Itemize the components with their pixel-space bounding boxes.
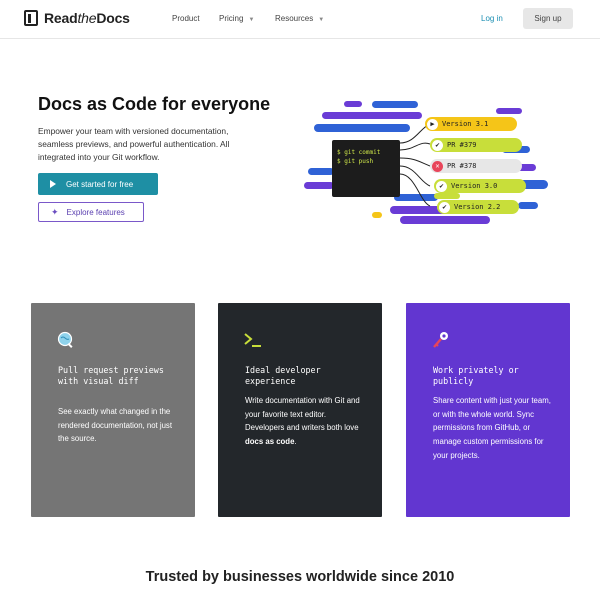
hero-title: Docs as Code for everyone	[38, 94, 271, 114]
card-body: See exactly what changed in the rendered…	[58, 407, 172, 444]
get-started-button[interactable]: Get started for free	[38, 173, 158, 195]
card-body: Write documentation with Git and your fa…	[245, 396, 360, 447]
card-title: Work privately or publicly	[433, 365, 519, 386]
nav-item-product[interactable]: Product	[172, 14, 200, 23]
login-link[interactable]: Log in	[481, 14, 503, 23]
terminal-prompt-icon	[244, 333, 261, 347]
magnifier-globe-icon	[57, 331, 73, 348]
version-3-0-pill: ✔ Version 3.0	[434, 179, 526, 193]
nav-item-resources[interactable]: Resources ▼	[275, 14, 324, 23]
feature-card-previews: Pull request previews with visual diff S…	[31, 303, 195, 517]
card-title: Ideal developer experience	[245, 365, 321, 386]
check-icon: ✔	[436, 180, 447, 192]
get-started-label: Get started for free	[66, 179, 134, 189]
terminal-line: $ git commit	[337, 149, 381, 156]
trusted-heading: Trusted by businesses worldwide since 20…	[145, 569, 455, 585]
play-icon: ▶	[427, 118, 438, 130]
check-icon: ✔	[439, 201, 450, 213]
card-title: Pull request previews with visual diff	[58, 365, 164, 386]
key-icon	[433, 332, 448, 348]
version-3-1-pill: ▶ Version 3.1	[425, 117, 517, 131]
hero-subtitle: Empower your team with versioned documen…	[38, 126, 230, 162]
pr-378-pill: ✕ PR #378	[430, 159, 522, 173]
read-the-docs-logo[interactable]: ReadtheDocs	[24, 10, 130, 26]
explore-features-label: Explore features	[66, 207, 125, 217]
feature-card-developer: Ideal developer experience Write documen…	[218, 303, 382, 517]
play-icon	[50, 180, 56, 188]
top-navigation: ReadtheDocs Product Pricing ▼ Resources ▼ …	[0, 0, 600, 39]
card-body: Share content with just your team, or wi…	[433, 396, 551, 460]
explore-features-button[interactable]: ✦ Explore features	[38, 202, 144, 222]
version-2-2-pill: ✔ Version 2.2	[437, 200, 519, 214]
feature-card-privacy: Work privately or publicly Share content…	[406, 303, 570, 517]
book-icon	[24, 10, 38, 26]
chevron-down-icon: ▼	[318, 17, 325, 23]
signup-button[interactable]: Sign up	[523, 8, 573, 29]
logo-text: ReadtheDocs	[44, 10, 130, 26]
terminal-window: $ git commit $ git push	[332, 140, 400, 197]
nav-item-pricing[interactable]: Pricing ▼	[219, 14, 254, 23]
sparkle-icon: ✦	[51, 206, 59, 217]
check-icon: ✔	[432, 139, 443, 151]
close-icon: ✕	[432, 160, 443, 172]
pr-379-pill: ✔ PR #379	[430, 138, 522, 152]
terminal-line: $ git push	[337, 158, 374, 165]
chevron-down-icon: ▼	[248, 17, 255, 23]
